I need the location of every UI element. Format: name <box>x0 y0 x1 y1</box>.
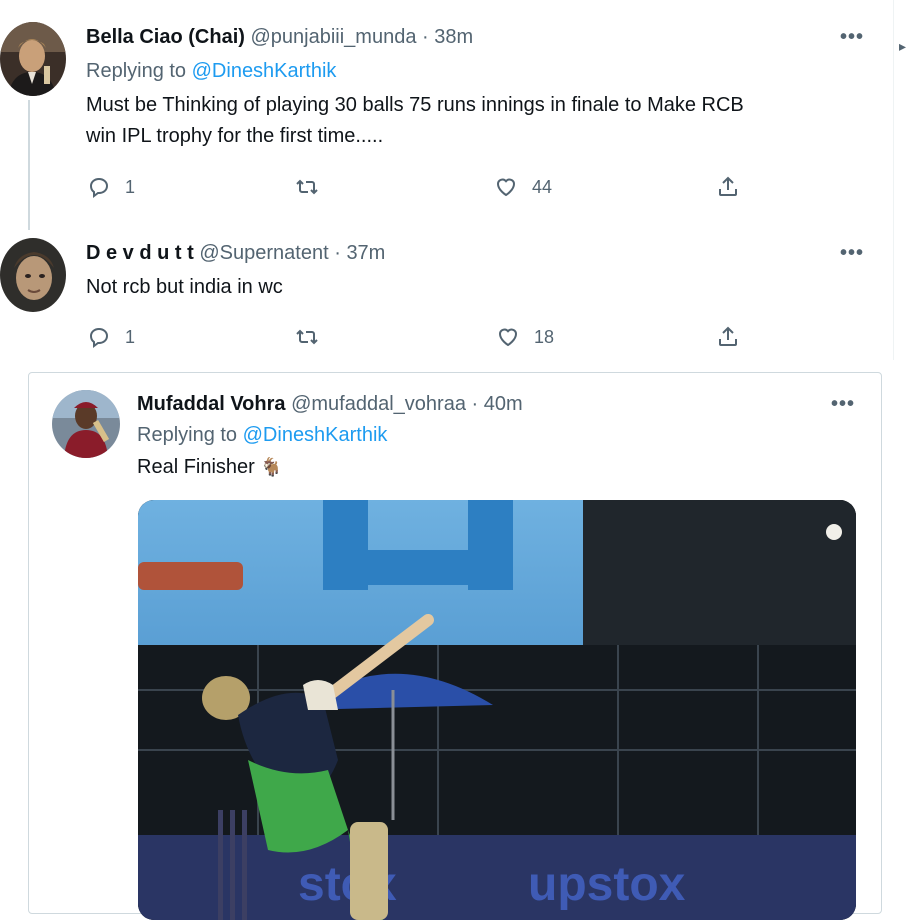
reply-icon <box>89 327 109 348</box>
tweet-header: Mufaddal Vohra @mufaddal_vohraa · 40m <box>137 393 523 416</box>
handle[interactable]: @Supernatent <box>199 242 328 264</box>
retweet-icon <box>296 179 318 195</box>
handle[interactable]: @punjabiii_munda <box>250 26 416 48</box>
like-button[interactable]: 44 <box>494 175 552 199</box>
more-icon[interactable]: ••• <box>840 242 864 265</box>
display-name[interactable]: D e v d u t t <box>86 242 194 264</box>
separator: · <box>422 26 429 48</box>
more-icon[interactable]: ••• <box>840 26 864 49</box>
tweet-1[interactable]: Bella Ciao (Chai) @punjabiii_munda · 38m… <box>0 0 893 230</box>
retweet-icon <box>296 329 318 345</box>
share-button[interactable] <box>716 175 740 199</box>
replying-prefix: Replying to <box>86 60 187 82</box>
like-icon <box>496 178 516 197</box>
mention-link[interactable]: @DineshKarthik <box>243 424 388 446</box>
tweet-text: Not rcb but india in wc <box>86 272 283 303</box>
tweet-text-line: Not rcb but india in wc <box>86 276 283 298</box>
display-name[interactable]: Mufaddal Vohra <box>137 393 286 415</box>
mention-link[interactable]: @DineshKarthik <box>192 60 337 82</box>
reply-button[interactable]: 1 <box>87 325 135 349</box>
like-count: 44 <box>532 176 553 197</box>
display-name[interactable]: Bella Ciao (Chai) <box>86 26 245 48</box>
retweet-button[interactable] <box>295 175 333 199</box>
separator: · <box>334 242 341 264</box>
retweet-button[interactable] <box>295 325 333 349</box>
avatar[interactable] <box>0 238 66 312</box>
timeline-border <box>893 0 894 360</box>
like-icon <box>498 328 518 347</box>
timestamp[interactable]: 37m <box>346 242 385 264</box>
tweet-text-line: win IPL trophy for the first time..... <box>86 125 384 147</box>
tweet-text: Real Finisher 🐐 <box>137 452 283 483</box>
reply-button[interactable]: 1 <box>87 175 135 199</box>
timestamp[interactable]: 38m <box>434 26 473 48</box>
scrollbar-arrow-icon[interactable]: ▸ <box>899 38 906 55</box>
replying-to: Replying to @DineshKarthik <box>137 424 387 447</box>
replying-to: Replying to @DineshKarthik <box>86 60 336 83</box>
share-icon <box>719 326 737 346</box>
timestamp[interactable]: 40m <box>484 393 523 415</box>
like-count: 18 <box>534 326 555 347</box>
tweet-2[interactable]: D e v d u t t @Supernatent · 37m ••• Not… <box>0 230 893 360</box>
tweet-header: D e v d u t t @Supernatent · 37m <box>86 242 385 265</box>
thread-line <box>28 100 30 230</box>
tweet-header: Bella Ciao (Chai) @punjabiii_munda · 38m <box>86 26 473 49</box>
tweet-media-image[interactable]: stox upstox <box>138 500 856 920</box>
more-icon[interactable]: ••• <box>831 393 855 416</box>
goat-emoji-icon: 🐐 <box>260 457 283 477</box>
replying-prefix: Replying to <box>137 424 238 446</box>
tweet-text-line: Real Finisher <box>137 456 255 478</box>
avatar[interactable] <box>52 390 120 458</box>
separator: · <box>471 393 479 415</box>
tweet-text-line: Must be Thinking of playing 30 balls 75 … <box>86 94 744 116</box>
reply-count: 1 <box>125 326 136 347</box>
avatar[interactable] <box>0 22 66 96</box>
tweet-text: Must be Thinking of playing 30 balls 75 … <box>86 90 744 152</box>
banner-text: upstox <box>528 858 686 911</box>
like-button[interactable]: 18 <box>496 325 554 349</box>
share-button[interactable] <box>716 325 740 349</box>
reply-icon <box>89 177 109 198</box>
reply-count: 1 <box>125 176 136 197</box>
share-icon <box>719 176 737 196</box>
handle[interactable]: @mufaddal_vohraa <box>291 393 466 415</box>
